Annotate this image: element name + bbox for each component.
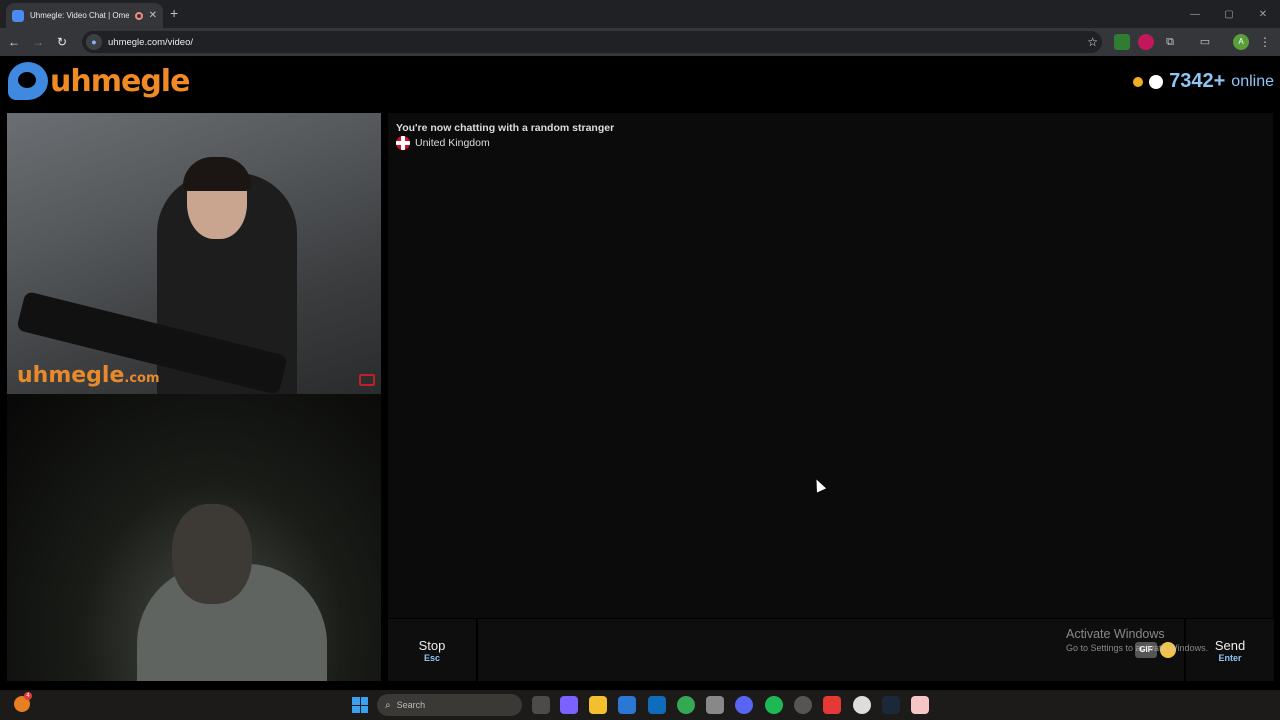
browser-toolbar: ← → ↻ ● uhmegle.com/video/ ☆ ⧉ ▭ A ⋮: [0, 28, 1280, 56]
start-button[interactable]: [352, 697, 368, 713]
uk-flag-icon: [396, 136, 410, 150]
watermark-main: uhmegle: [17, 363, 125, 388]
logo-mark-icon: [8, 62, 48, 100]
site-info-icon[interactable]: ●: [86, 34, 102, 50]
extension-ublock-icon[interactable]: [1138, 34, 1154, 50]
window-controls: — ▢ ✕: [1178, 0, 1280, 28]
recording-icon: [134, 11, 143, 20]
reload-icon[interactable]: ↻: [54, 34, 70, 50]
activate-title: Activate Windows: [1066, 627, 1165, 641]
chrome-icon[interactable]: [677, 696, 695, 714]
new-tab-button[interactable]: +: [170, 5, 178, 21]
maximize-button[interactable]: ▢: [1212, 0, 1246, 28]
send-label: Send: [1214, 637, 1246, 653]
watermark-suffix: .com: [124, 371, 160, 386]
stop-shortcut: Esc: [423, 652, 440, 663]
copilot-icon[interactable]: [560, 696, 578, 714]
menu-kebab-icon[interactable]: ⋮: [1257, 34, 1273, 50]
theme-dot-icon[interactable]: [1133, 76, 1144, 87]
profile-avatar[interactable]: A: [1233, 34, 1249, 50]
stranger-video: uhmegle.com: [7, 113, 381, 394]
report-flag-icon[interactable]: [359, 374, 375, 386]
discord-icon[interactable]: [735, 696, 753, 714]
activate-subtitle: Go to Settings to activate Windows.: [1066, 643, 1209, 653]
online-label: online: [1231, 72, 1274, 90]
chat-status-message: You're now chatting with a random strang…: [396, 122, 615, 134]
page: uhmegle 7342+ online uhmegle.com You're …: [0, 56, 1280, 690]
back-arrow-icon[interactable]: ←: [6, 34, 22, 50]
app-red-icon[interactable]: [823, 696, 841, 714]
country-name: United Kingdom: [415, 137, 490, 149]
site-favicon-icon: [12, 9, 24, 22]
epic-games-icon[interactable]: [911, 696, 929, 714]
steelseries-icon[interactable]: [853, 696, 871, 714]
minimize-button[interactable]: —: [1178, 0, 1212, 28]
search-icon: ⌕: [385, 699, 391, 711]
forward-arrow-icon[interactable]: →: [30, 34, 46, 50]
outlook-icon[interactable]: [648, 696, 666, 714]
stranger-headphones: [183, 157, 251, 191]
obs-icon[interactable]: [794, 696, 812, 714]
store-icon[interactable]: [618, 696, 636, 714]
theme-toggle-icon[interactable]: [1149, 74, 1164, 89]
task-view-icon[interactable]: [532, 696, 550, 714]
extension-shield-icon[interactable]: [1114, 34, 1130, 50]
windows-taskbar: 4 ⌕ Search: [0, 690, 1280, 720]
url-text[interactable]: uhmegle.com/video/: [108, 37, 1081, 48]
tab-title: Uhmegle: Video Chat | Ome: [30, 11, 129, 20]
self-head: [172, 504, 252, 604]
extensions-puzzle-icon[interactable]: ⧉: [1162, 34, 1178, 50]
site-logo[interactable]: uhmegle: [8, 62, 190, 100]
self-video: [7, 394, 381, 681]
stranger-country: United Kingdom: [396, 136, 490, 150]
bookmark-star-icon[interactable]: ☆: [1087, 35, 1098, 49]
file-explorer-icon[interactable]: [589, 696, 607, 714]
video-watermark: uhmegle.com: [17, 363, 160, 388]
unity-icon[interactable]: [706, 696, 724, 714]
chat-log: You're now chatting with a random strang…: [388, 113, 1273, 618]
browser-tabbar: Uhmegle: Video Chat | Ome ✕ + — ▢ ✕: [0, 0, 1280, 28]
taskbar-search[interactable]: ⌕ Search: [377, 694, 522, 716]
send-shortcut: Enter: [1218, 652, 1242, 663]
online-count: 7342+: [1169, 70, 1226, 92]
stop-label: Stop: [418, 637, 446, 653]
close-tab-icon[interactable]: ✕: [149, 10, 157, 21]
logo-text: uhmegle: [50, 63, 190, 99]
address-bar[interactable]: ● uhmegle.com/video/ ☆: [82, 31, 1102, 53]
close-window-button[interactable]: ✕: [1246, 0, 1280, 28]
activate-windows-watermark: Activate Windows Go to Settings to activ…: [1066, 627, 1208, 653]
online-counter: 7342+ online: [1133, 70, 1274, 93]
notification-badge: 4: [24, 692, 32, 700]
stop-button[interactable]: Stop Esc: [388, 619, 476, 681]
search-placeholder: Search: [396, 700, 426, 710]
tab-search-icon[interactable]: ▭: [1197, 34, 1213, 50]
steam-icon[interactable]: [882, 696, 900, 714]
browser-tab[interactable]: Uhmegle: Video Chat | Ome ✕: [6, 3, 163, 28]
spotify-icon[interactable]: [765, 696, 783, 714]
